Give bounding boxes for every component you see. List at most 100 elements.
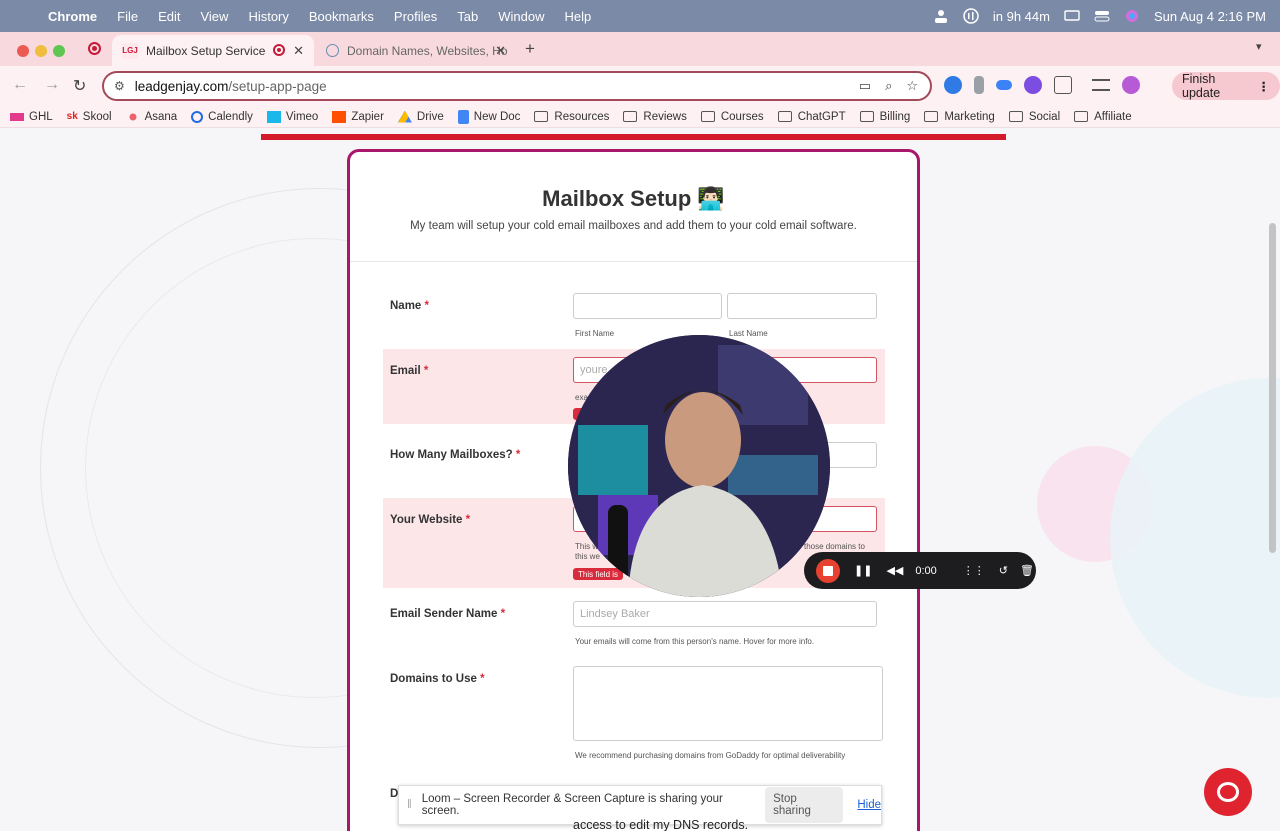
clock-text[interactable]: Sun Aug 4 2:16 PM	[1154, 9, 1266, 24]
page-scrollbar[interactable]	[1269, 223, 1276, 553]
bookmark-drive[interactable]: Drive	[397, 110, 444, 123]
audio-wave-icon[interactable]	[963, 8, 979, 24]
bookmark-folder-courses[interactable]: Courses	[700, 111, 764, 123]
menu-help[interactable]: Help	[565, 9, 592, 24]
recording-indicator-icon	[88, 42, 101, 55]
bookmark-folder-billing[interactable]: Billing	[859, 111, 910, 123]
forward-arrow-icon[interactable]: →	[44, 76, 60, 94]
bookmark-skool[interactable]: sk Skool	[67, 111, 112, 123]
menu-file[interactable]: File	[117, 9, 138, 24]
tab-close-icon[interactable]: ✕	[293, 43, 304, 59]
siri-icon[interactable]	[1124, 8, 1140, 24]
bookmark-folder-social[interactable]: Social	[1008, 111, 1060, 123]
bookmark-folder-resources[interactable]: Resources	[534, 111, 609, 123]
last-name-hint: Last Name	[729, 329, 768, 338]
window-close-button[interactable]	[17, 45, 29, 57]
name-label: Name *	[390, 300, 430, 312]
rewind-icon[interactable]: ◀◀	[886, 564, 903, 577]
user-status-icon[interactable]	[933, 8, 949, 24]
menu-profiles[interactable]: Profiles	[394, 9, 437, 24]
window-zoom-button[interactable]	[53, 45, 65, 57]
trash-icon[interactable]: 🗑	[1020, 564, 1034, 577]
form-title: Mailbox Setup 👨🏻‍💻	[542, 186, 725, 211]
form-header: Mailbox Setup 👨🏻‍💻 My team will setup yo…	[350, 152, 917, 262]
bookmark-folder-marketing[interactable]: Marketing	[924, 111, 995, 123]
bookmark-asana[interactable]: Asana	[125, 110, 177, 123]
countdown-text[interactable]: in 9h 44m	[993, 9, 1050, 24]
finish-update-button[interactable]: Finish update ⋮	[1172, 72, 1280, 100]
back-arrow-icon[interactable]: ←	[12, 76, 28, 94]
reload-icon[interactable]: ↻	[73, 76, 86, 96]
new-tab-icon[interactable]: +	[525, 39, 535, 59]
more-options-icon[interactable]: ⋮	[1258, 79, 1271, 94]
menu-tab[interactable]: Tab	[457, 9, 478, 24]
header-red-bar	[261, 134, 1006, 140]
bookmark-folder-reviews[interactable]: Reviews	[623, 111, 687, 123]
tab-title: Mailbox Setup Service	[146, 43, 266, 58]
bookmark-star-icon[interactable]: ☆	[906, 78, 918, 94]
folder-icon	[1008, 111, 1023, 122]
bookmark-folder-affiliate[interactable]: Affiliate	[1074, 111, 1132, 123]
hide-sharing-bar-link[interactable]: Hide	[857, 799, 881, 811]
extensions-puzzle-icon[interactable]	[1054, 76, 1072, 94]
finish-update-label: Finish update	[1182, 72, 1221, 100]
restart-icon[interactable]: ↺	[999, 564, 1008, 577]
bookmark-vimeo[interactable]: Vimeo	[266, 110, 318, 123]
zoom-icon[interactable]: ⌕	[885, 78, 892, 94]
menu-edit[interactable]: Edit	[158, 9, 180, 24]
dns-access-text: access to edit my DNS records.	[573, 818, 749, 831]
menu-app-chrome[interactable]: Chrome	[48, 9, 97, 24]
menu-history[interactable]: History	[248, 9, 288, 24]
chat-widget-button[interactable]	[1204, 768, 1252, 816]
sender-name-label: Email Sender Name *	[390, 608, 506, 620]
apple-menu-icon[interactable]	[16, 8, 32, 24]
folder-icon	[700, 111, 715, 122]
profile-avatar[interactable]	[1122, 76, 1140, 94]
tab-search-chevron-icon[interactable]: ▾	[1256, 40, 1262, 53]
loom-camera-bubble[interactable]	[568, 335, 830, 597]
menu-view[interactable]: View	[200, 9, 228, 24]
url-host: leadgenjay.com	[134, 78, 229, 94]
site-info-icon[interactable]: ⚙	[114, 79, 125, 93]
first-name-input[interactable]	[573, 293, 722, 319]
microphone-icon[interactable]	[974, 76, 984, 94]
reading-list-icon[interactable]	[1092, 79, 1110, 91]
tab-mailbox-setup[interactable]: LGJ Mailbox Setup Service ✕	[112, 35, 314, 66]
loom-recording-controls: ❚❚ ◀◀ 0:00 ⋮⋮ ↺ 🗑	[804, 552, 1036, 589]
camera-icon[interactable]: ▭	[859, 78, 871, 94]
bookmark-calendly[interactable]: Calendly	[191, 110, 253, 123]
address-bar[interactable]: ⚙ leadgenjay.com /setup-app-page ▭ ⌕ ☆	[102, 71, 932, 101]
bookmarks-bar: GHL sk Skool Asana Calendly Vimeo Zapier …	[0, 106, 1280, 128]
stop-sharing-button[interactable]: Stop sharing	[765, 787, 844, 823]
grid-drag-icon[interactable]: ⋮⋮	[963, 564, 985, 577]
bookmark-folder-chatgpt[interactable]: ChatGPT	[777, 111, 846, 123]
sender-name-input[interactable]: Lindsey Baker	[573, 601, 877, 627]
first-name-hint: First Name	[575, 329, 615, 338]
tab-close-icon[interactable]: ✕	[495, 43, 506, 59]
background-decoration	[1110, 378, 1280, 698]
window-minimize-button[interactable]	[35, 45, 47, 57]
folder-icon	[924, 111, 939, 122]
tab-domain-names[interactable]: Domain Names, Websites, Ho ✕	[316, 35, 516, 66]
macos-menubar: Chrome File Edit View History Bookmarks …	[0, 0, 1280, 32]
folder-icon	[859, 111, 874, 122]
email-label: Email *	[390, 365, 429, 377]
last-name-input[interactable]	[727, 293, 877, 319]
stop-recording-button[interactable]	[816, 558, 840, 583]
screen-mirror-icon[interactable]	[1064, 8, 1080, 24]
control-center-icon[interactable]	[1094, 8, 1110, 24]
chat-bubble-icon	[1217, 782, 1239, 802]
pause-icon[interactable]: ❚❚	[854, 564, 872, 577]
extension-blue-icon[interactable]	[944, 76, 962, 94]
menu-window[interactable]: Window	[498, 9, 544, 24]
gear-extension-icon[interactable]	[1024, 76, 1042, 94]
domains-textarea[interactable]	[573, 666, 883, 741]
menu-bookmarks[interactable]: Bookmarks	[309, 9, 374, 24]
website-error-badge: This field is	[573, 568, 624, 580]
drag-handle-icon[interactable]: ‖	[407, 799, 412, 811]
bookmark-zapier[interactable]: Zapier	[332, 110, 384, 123]
bookmark-ghl[interactable]: GHL	[10, 111, 53, 123]
toggle-extension-icon[interactable]	[996, 80, 1012, 90]
website-label: Your Website *	[390, 514, 471, 526]
bookmark-new-doc[interactable]: New Doc	[457, 109, 520, 124]
